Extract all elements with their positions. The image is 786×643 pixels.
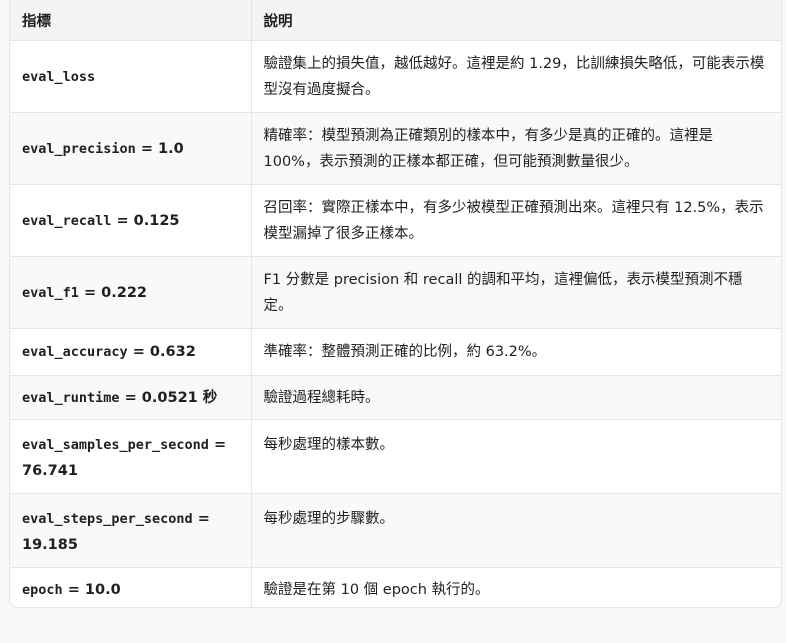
metric-cell: eval_precision = 1.0 [10,112,251,185]
metric-value: = 0.0521 秒 [119,389,218,406]
metric-value: = 0.222 [78,284,148,301]
table-row: eval_accuracy = 0.632 準確率：整體預測正確的比例，約 63… [10,328,781,376]
table-row: eval_f1 = 0.222 F1 分數是 precision 和 recal… [10,256,781,329]
description-cell: 驗證集上的損失值，越低越好。這裡是約 1.29，比訓練損失略低，可能表示模型沒有… [250,40,781,113]
metric-code: eval_recall [22,212,112,229]
metric-cell: eval_steps_per_second = 19.185 [10,493,251,568]
metric-cell: eval_f1 = 0.222 [10,256,251,329]
header-description: 說明 [250,0,781,41]
table-row: eval_recall = 0.125 召回率：實際正樣本中，有多少被模型正確預… [10,184,781,257]
metric-value: = 0.632 [127,344,196,360]
description-cell: 每秒處理的步驟數。 [250,493,781,568]
description-cell: 準確率：整體預測正確的比例，約 63.2%。 [250,328,781,376]
metric-value: = 1.0 [135,140,184,157]
metric-code: eval_f1 [22,284,79,301]
table-row: eval_steps_per_second = 19.185 每秒處理的步驟數。 [10,493,781,568]
table-row: eval_samples_per_second = 76.741 每秒處理的樣本… [10,419,781,494]
table-row: epoch = 10.0 驗證是在第 10 個 epoch 執行的。 [10,567,781,608]
metric-code: eval_runtime [22,389,120,406]
table-header-row: 指標 說明 [10,0,781,41]
metric-cell: eval_samples_per_second = 76.741 [10,419,251,494]
metric-cell: epoch = 10.0 [10,568,251,608]
description-cell: F1 分數是 precision 和 recall 的調和平均，這裡偏低，表示模… [250,256,781,329]
description-cell: 每秒處理的樣本數。 [250,419,781,494]
metrics-table: 指標 說明 eval_loss 驗證集上的損失值，越低越好。這裡是約 1.29，… [10,0,781,608]
metrics-table-container: 指標 說明 eval_loss 驗證集上的損失值，越低越好。這裡是約 1.29，… [9,0,782,608]
table-row: eval_runtime = 0.0521 秒 驗證過程總耗時。 [10,375,781,420]
metric-code: eval_samples_per_second [22,437,209,453]
description-cell: 精確率：模型預測為正確類別的樣本中，有多少是真的正確的。這裡是 100%，表示預… [250,112,781,185]
metric-cell: eval_runtime = 0.0521 秒 [10,375,251,420]
metric-value: = 10.0 [62,581,121,598]
metric-cell: eval_loss [10,40,251,113]
metric-cell: eval_accuracy = 0.632 [10,328,251,376]
table-row: eval_loss 驗證集上的損失值，越低越好。這裡是約 1.29，比訓練損失略… [10,40,781,113]
description-cell: 驗證過程總耗時。 [250,375,781,420]
description-cell: 召回率：實際正樣本中，有多少被模型正確預測出來。這裡只有 12.5%，表示模型漏… [250,184,781,257]
header-metric: 指標 [10,0,251,41]
description-cell: 驗證是在第 10 個 epoch 執行的。 [250,567,781,607]
metric-code: eval_precision [22,140,136,157]
metric-code: eval_accuracy [22,344,128,360]
metric-code: eval_loss [22,68,96,85]
metric-code: eval_steps_per_second [22,511,193,527]
metric-code: epoch [22,581,63,598]
table-row: eval_precision = 1.0 精確率：模型預測為正確類別的樣本中，有… [10,112,781,185]
metric-value: = 0.125 [111,212,180,229]
metric-cell: eval_recall = 0.125 [10,184,251,257]
